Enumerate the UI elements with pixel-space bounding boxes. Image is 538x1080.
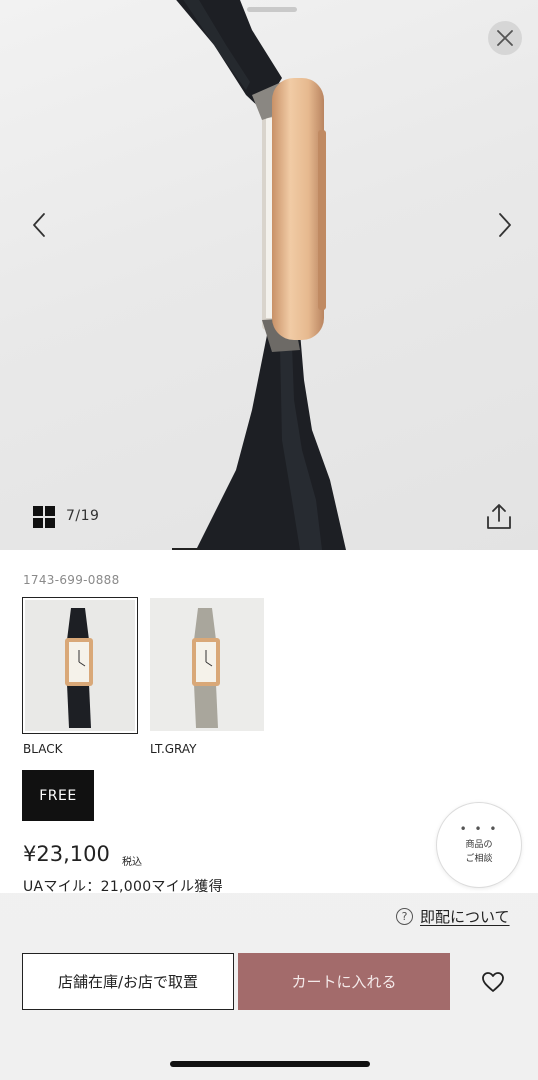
thumbnail-grid-button[interactable] <box>33 506 55 528</box>
swatch-image-lt-gray <box>150 598 264 731</box>
product-photo <box>176 0 346 550</box>
color-label-black: BLACK <box>23 742 63 756</box>
question-circle-icon: ? <box>396 908 413 925</box>
home-indicator <box>170 1061 370 1067</box>
tax-label: 税込 <box>122 857 142 868</box>
share-icon <box>487 504 511 529</box>
chevron-left-icon <box>33 213 45 237</box>
add-to-cart-button[interactable]: カートに入れる <box>238 953 450 1010</box>
close-button[interactable] <box>488 21 522 55</box>
next-image-button[interactable] <box>490 205 520 245</box>
more-dots-icon: • • • <box>459 822 499 836</box>
size-option-free[interactable]: FREE <box>22 770 94 821</box>
delivery-info-link[interactable]: ? 即配について <box>396 906 510 927</box>
consult-label-line2: ご相談 <box>465 854 493 864</box>
product-code: 1743-699-0888 <box>23 573 120 587</box>
color-swatch-black[interactable] <box>22 597 138 734</box>
swatch-image-black <box>25 600 135 731</box>
heart-icon <box>482 972 504 992</box>
favorite-button[interactable] <box>478 967 508 997</box>
product-consult-button[interactable]: • • • 商品の ご相談 <box>436 802 522 888</box>
store-stock-button[interactable]: 店舗在庫/お店で取置 <box>22 953 234 1010</box>
color-label-lt-gray: LT.GRAY <box>150 742 197 756</box>
share-button[interactable] <box>484 502 514 532</box>
sheet-drag-handle[interactable] <box>247 7 297 12</box>
image-counter: 7/19 <box>66 508 100 524</box>
delivery-info-label: 即配について <box>420 908 510 926</box>
product-image-gallery[interactable]: 7/19 <box>0 0 538 550</box>
consult-label-line1: 商品の <box>465 840 493 850</box>
chevron-right-icon <box>499 213 511 237</box>
previous-image-button[interactable] <box>24 205 54 245</box>
color-swatch-lt-gray[interactable] <box>150 598 264 731</box>
close-icon <box>497 30 513 46</box>
product-price: ¥23,100 <box>23 842 110 866</box>
grid-icon <box>33 506 55 528</box>
gallery-position-indicator <box>172 548 200 550</box>
